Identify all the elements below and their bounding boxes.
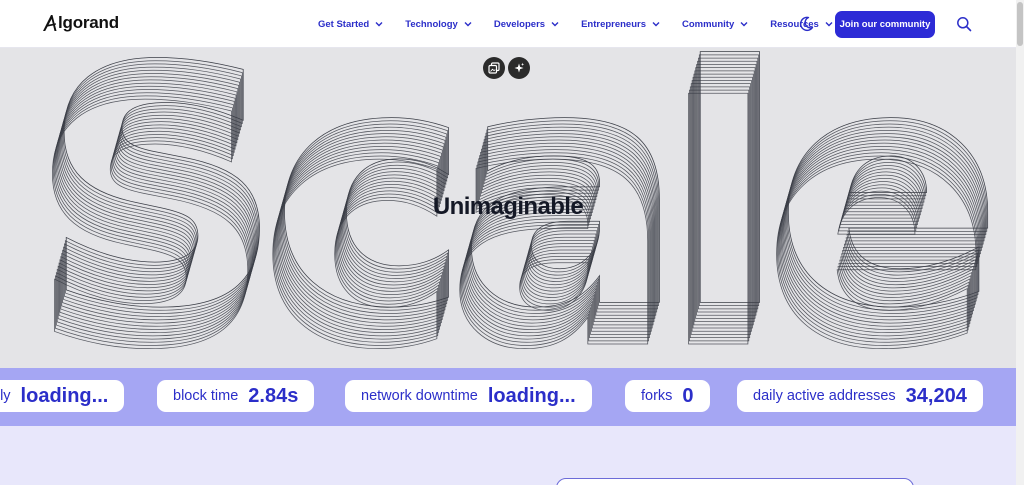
nav-item-label: Get Started [318,18,370,30]
nav-item-get-started[interactable]: Get Started [318,19,383,30]
stat-value: 0 [682,384,694,407]
chevron-down-icon [375,22,383,27]
scrollbar-thumb[interactable] [1017,2,1023,46]
page: lgorand Get Started Technology Developer… [0,0,1024,485]
page-scrollbar[interactable] [1016,0,1024,485]
stat-label: daily active addresses [753,388,896,404]
stats-ticker: ply loading... block time 2.84s network … [0,368,1016,426]
stat-card-block-time: block time 2.84s [157,380,315,412]
sparkle-icon [514,62,525,73]
stat-label: block time [173,388,239,404]
sparkle-button[interactable] [508,57,530,79]
chevron-down-icon [740,22,748,27]
chevron-down-icon [652,22,660,27]
stat-card-network-downtime: network downtime loading... [345,380,592,412]
lower-section [0,426,1016,485]
stat-value: loading... [487,384,576,407]
moon-icon[interactable] [798,16,814,32]
nav-item-label: Developers [493,18,546,30]
search-icon[interactable] [956,16,972,32]
stat-card: ply loading... [0,380,125,412]
stat-label: ply [0,388,11,404]
site-header: lgorand Get Started Technology Developer… [0,0,1016,48]
copy-image-button[interactable] [483,57,505,79]
copy-image-icon [488,62,500,74]
hero-section: Scale Scale Scale Scale Scale Scale Scale Scale… [0,48,1016,368]
stat-card-daily-active-addresses: daily active addresses 34,204 [737,380,983,412]
nav-item-label: Entrepreneurs [581,18,646,30]
stat-card-forks: forks 0 [625,380,710,412]
nav-item-label: Technology [405,18,458,30]
content-card [556,478,914,485]
nav-item-developers[interactable]: Developers [494,19,559,30]
hero-toolbar [483,57,533,79]
logo[interactable]: lgorand [42,13,119,33]
algorand-logo-icon [43,15,57,31]
join-community-button[interactable]: Join our community [835,11,935,38]
logo-text: lgorand [58,13,119,32]
nav-item-entrepreneurs[interactable]: Entrepreneurs [581,19,660,30]
hero-subtitle: Unimaginable [432,193,584,220]
stat-label: forks [641,388,673,404]
chevron-down-icon [551,22,559,27]
chevron-down-icon [464,22,472,27]
nav-item-technology[interactable]: Technology [405,19,472,30]
chevron-down-icon [825,22,833,27]
nav-item-label: Community [682,18,735,30]
stat-value: 2.84s [248,384,299,407]
stat-label: network downtime [361,388,478,404]
nav-item-community[interactable]: Community [682,19,748,30]
stat-value: 34,204 [905,384,967,407]
main-nav: Get Started Technology Developers Entrep… [318,0,855,48]
stat-value: loading... [20,384,109,407]
